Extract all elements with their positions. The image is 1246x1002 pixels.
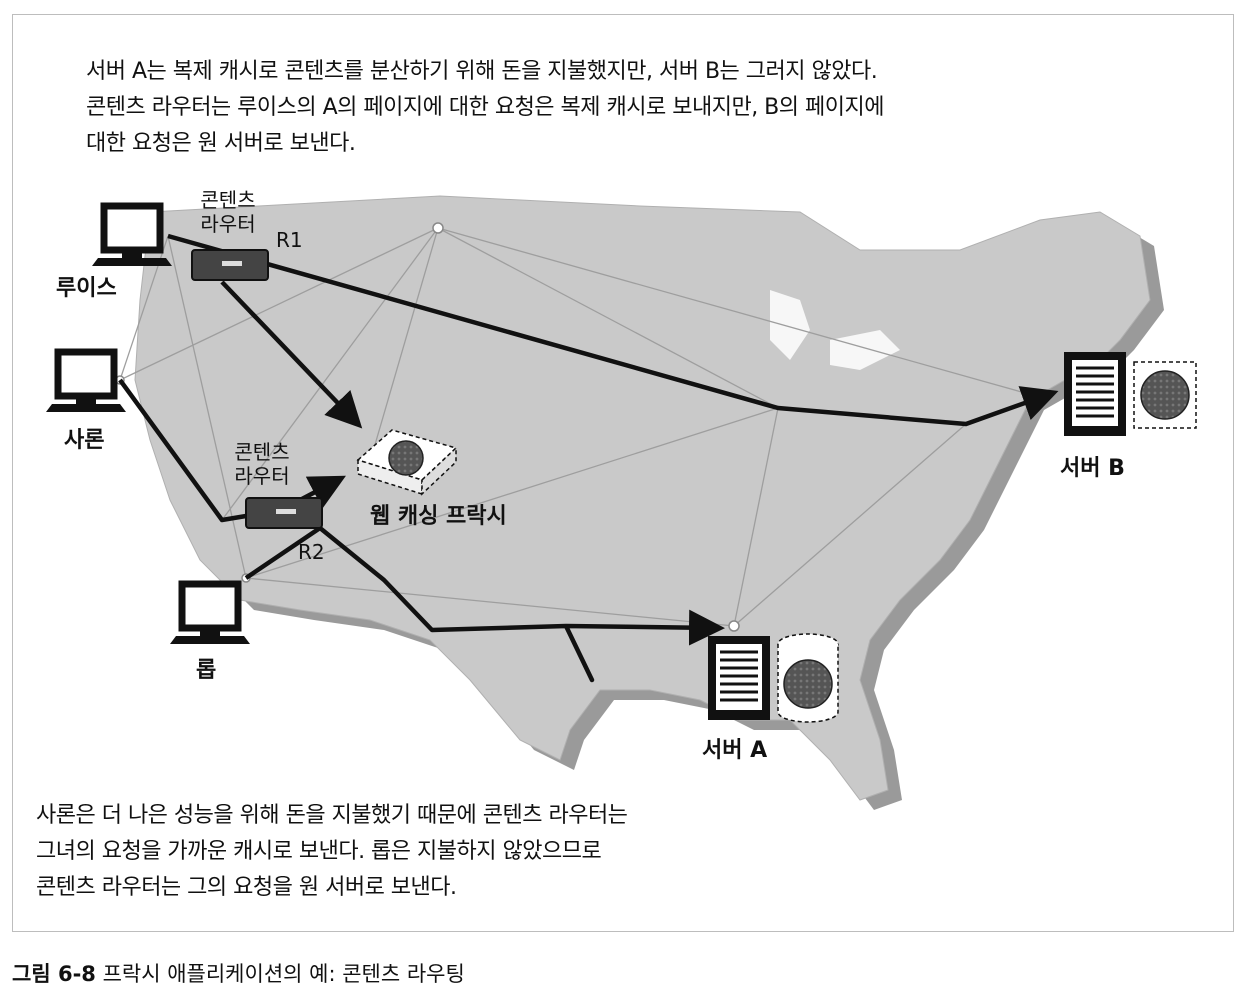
computer-rob (170, 580, 250, 644)
router-r2 (245, 497, 323, 529)
bottom-note-line-3: 콘텐츠 라우터는 그의 요청을 원 서버로 보낸다. (36, 875, 457, 900)
replica-cache-a (777, 633, 839, 723)
server-b-label: 서버 B (1060, 456, 1125, 481)
router2-label: 콘텐츠 라우터 (222, 440, 302, 488)
network-node-top (432, 222, 444, 234)
router1-label: 콘텐츠 라우터 (188, 188, 268, 236)
router1-id: R1 (276, 228, 303, 252)
computer-sharon (46, 348, 126, 412)
server-a-label: 서버 A (702, 738, 768, 763)
bottom-note-line-2: 그녀의 요청을 가까운 캐시로 보낸다. 롭은 지불하지 않았으므로 (36, 839, 602, 864)
figure-caption: 그림 6-8 프락시 애플리케이션의 예: 콘텐츠 라우팅 (12, 958, 465, 988)
server-b (1064, 352, 1126, 436)
router2-id: R2 (298, 540, 325, 564)
proxy-label: 웹 캐싱 프락시 (370, 504, 507, 529)
router2-label-line2: 라우터 (234, 464, 290, 488)
figure-number: 그림 6-8 (12, 962, 96, 986)
server-a (708, 636, 770, 720)
server-b-content-box (1133, 361, 1197, 429)
bottom-note-line-1: 사론은 더 나은 성능을 위해 돈을 지불했기 때문에 콘텐츠 라우터는 (36, 803, 628, 828)
rob-label: 롭 (196, 658, 217, 683)
sharon-label: 사론 (64, 428, 105, 453)
router1-label-line1: 콘텐츠 (200, 188, 256, 212)
bottom-note: 사론은 더 나은 성능을 위해 돈을 지불했기 때문에 콘텐츠 라우터는 그녀의… (36, 798, 756, 906)
network-node-south (728, 620, 740, 632)
figure-caption-text: 프락시 애플리케이션의 예: 콘텐츠 라우팅 (102, 962, 465, 986)
router1-label-line2: 라우터 (200, 212, 256, 236)
router-r1 (191, 249, 269, 281)
router2-label-line1: 콘텐츠 (234, 440, 290, 464)
louis-label: 루이스 (56, 276, 117, 301)
